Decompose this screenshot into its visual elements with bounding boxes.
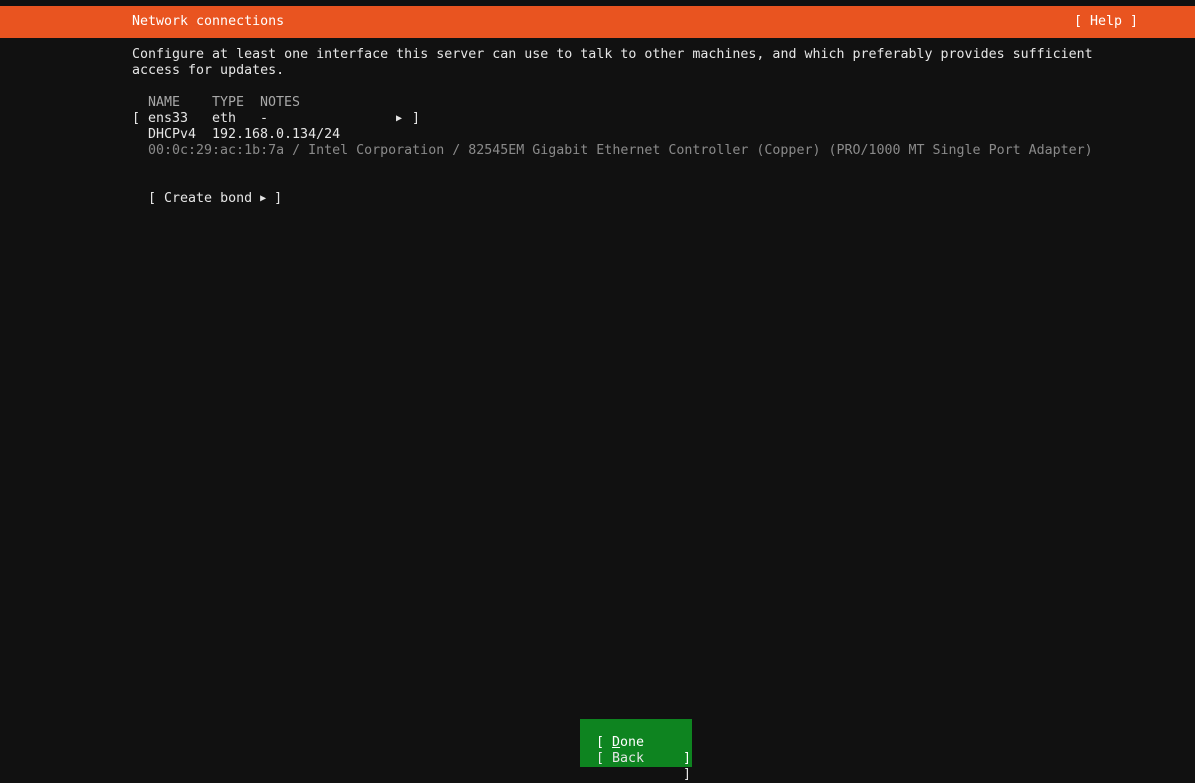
column-header-name: NAME <box>148 95 181 110</box>
create-bond-label: [ Create bond <box>148 191 253 206</box>
column-header-notes: NOTES <box>260 95 301 110</box>
create-bond-button[interactable]: [ Create bond ▶ ] <box>132 175 282 208</box>
right-triangle-icon[interactable]: ▶ <box>396 111 402 128</box>
interface-type: eth <box>212 111 237 126</box>
address-method: DHCPv4 <box>148 127 197 142</box>
description-line-1: Configure at least one interface this se… <box>132 47 1093 62</box>
interface-notes: - <box>260 111 269 126</box>
ip-address: 192.168.0.134/24 <box>212 127 341 142</box>
row-close-bracket: ] <box>412 111 421 126</box>
header-bar: Network connections [ Help ] <box>0 6 1195 38</box>
column-header-type: TYPE <box>212 95 245 110</box>
page-title: Network connections <box>132 14 285 29</box>
back-suffix: ] <box>683 767 692 782</box>
row-open-bracket: [ <box>132 111 141 126</box>
back-label: [ Back <box>596 751 645 766</box>
right-triangle-icon: ▶ <box>260 193 267 204</box>
back-button[interactable]: [ Back ] <box>580 735 692 783</box>
interface-name: ens33 <box>148 111 189 126</box>
description-line-2: access for updates. <box>132 63 285 78</box>
hardware-info: 00:0c:29:ac:1b:7a / Intel Corporation / … <box>148 143 1093 158</box>
create-bond-close: ] <box>274 191 283 206</box>
help-button[interactable]: [ Help ] <box>1074 14 1138 29</box>
